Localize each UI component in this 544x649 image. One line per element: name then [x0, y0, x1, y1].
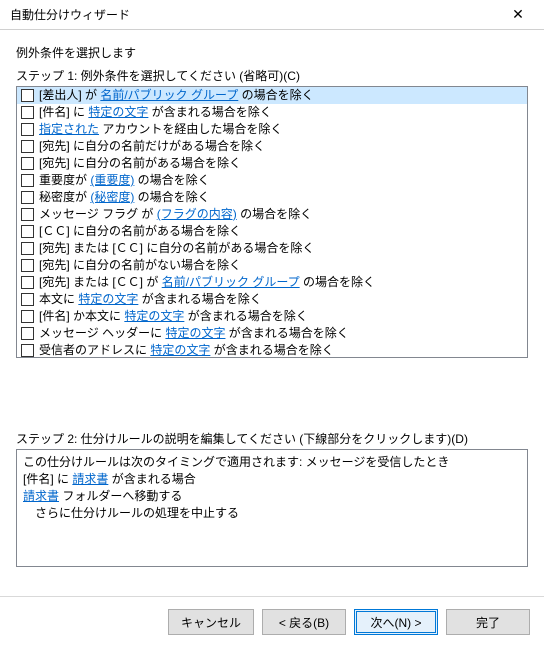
condition-item[interactable]: [宛先] に自分の名前がない場合を除く — [17, 257, 527, 274]
condition-text: [宛先] に自分の名前がない場合を除く — [39, 257, 241, 274]
condition-text: 秘密度が (秘密度) の場合を除く — [39, 189, 210, 206]
rule-description-box[interactable]: この仕分けルールは次のタイミングで適用されます: メッセージを受信したとき [件… — [16, 449, 528, 567]
desc-line-2: [件名] に 請求書 が含まれる場合 — [23, 471, 521, 488]
condition-item[interactable]: 指定された アカウントを経由した場合を除く — [17, 121, 527, 138]
desc-line-4: さらに仕分けルールの処理を中止する — [23, 505, 521, 522]
condition-item[interactable]: [宛先] に自分の名前だけがある場合を除く — [17, 138, 527, 155]
condition-item[interactable]: 本文に 特定の文字 が含まれる場合を除く — [17, 291, 527, 308]
checkbox[interactable] — [21, 242, 34, 255]
condition-text: [件名] か本文に 特定の文字 が含まれる場合を除く — [39, 308, 308, 325]
step2-label: ステップ 2: 仕分けルールの説明を編集してください (下線部分をクリックします… — [16, 430, 528, 447]
checkbox[interactable] — [21, 140, 34, 153]
condition-item[interactable]: [宛先] に自分の名前がある場合を除く — [17, 155, 527, 172]
condition-text: [宛先] に自分の名前だけがある場合を除く — [39, 138, 265, 155]
desc-line-3: 請求書 フォルダーへ移動する — [23, 488, 521, 505]
condition-item[interactable]: 秘密度が (秘密度) の場合を除く — [17, 189, 527, 206]
subject-keyword-link[interactable]: 請求書 — [72, 472, 108, 486]
conditions-listbox[interactable]: [差出人] が 名前/パブリック グループ の場合を除く[件名] に 特定の文字… — [16, 86, 528, 358]
condition-link[interactable]: 特定の文字 — [165, 326, 225, 340]
checkbox[interactable] — [21, 106, 34, 119]
cancel-button[interactable]: キャンセル — [168, 609, 254, 635]
condition-link[interactable]: 特定の文字 — [124, 309, 184, 323]
condition-link[interactable]: 特定の文字 — [78, 292, 138, 306]
finish-button[interactable]: 完了 — [446, 609, 530, 635]
checkbox[interactable] — [21, 123, 34, 136]
condition-text: メッセージ ヘッダーに 特定の文字 が含まれる場合を除く — [39, 325, 349, 342]
checkbox[interactable] — [21, 293, 34, 306]
checkbox[interactable] — [21, 191, 34, 204]
condition-link[interactable]: 名前/パブリック グループ — [162, 275, 300, 289]
condition-item[interactable]: [差出人] が 名前/パブリック グループ の場合を除く — [17, 87, 527, 104]
checkbox[interactable] — [21, 89, 34, 102]
window-title: 自動仕分けウィザード — [10, 6, 130, 23]
checkbox[interactable] — [21, 327, 34, 340]
condition-item[interactable]: [件名] に 特定の文字 が含まれる場合を除く — [17, 104, 527, 121]
condition-item[interactable]: 受信者のアドレスに 特定の文字 が含まれる場合を除く — [17, 342, 527, 358]
condition-item[interactable]: [宛先] または [ＣＣ] に自分の名前がある場合を除く — [17, 240, 527, 257]
condition-text: [ＣＣ] に自分の名前がある場合を除く — [39, 223, 241, 240]
condition-text: 本文に 特定の文字 が含まれる場合を除く — [39, 291, 262, 308]
folder-link[interactable]: 請求書 — [23, 489, 59, 503]
condition-text: 重要度が (重要度) の場合を除く — [39, 172, 210, 189]
condition-link[interactable]: 特定の文字 — [88, 105, 148, 119]
checkbox[interactable] — [21, 259, 34, 272]
condition-link[interactable]: (重要度) — [90, 173, 134, 187]
close-button[interactable]: ✕ — [498, 1, 538, 29]
condition-link[interactable]: (フラグの内容) — [157, 207, 237, 221]
condition-text: 指定された アカウントを経由した場合を除く — [39, 121, 282, 138]
back-button[interactable]: < 戻る(B) — [262, 609, 346, 635]
condition-text: [宛先] または [ＣＣ] が 名前/パブリック グループ の場合を除く — [39, 274, 375, 291]
checkbox[interactable] — [21, 276, 34, 289]
condition-link[interactable]: 特定の文字 — [150, 343, 210, 357]
condition-text: 受信者のアドレスに 特定の文字 が含まれる場合を除く — [39, 342, 334, 358]
condition-text: [件名] に 特定の文字 が含まれる場合を除く — [39, 104, 272, 121]
checkbox[interactable] — [21, 310, 34, 323]
condition-text: [差出人] が 名前/パブリック グループ の場合を除く — [39, 87, 314, 104]
condition-link[interactable]: (秘密度) — [90, 190, 134, 204]
condition-text: [宛先] に自分の名前がある場合を除く — [39, 155, 241, 172]
condition-item[interactable]: 重要度が (重要度) の場合を除く — [17, 172, 527, 189]
condition-item[interactable]: メッセージ フラグ が (フラグの内容) の場合を除く — [17, 206, 527, 223]
condition-item[interactable]: [宛先] または [ＣＣ] が 名前/パブリック グループ の場合を除く — [17, 274, 527, 291]
condition-link[interactable]: 名前/パブリック グループ — [100, 88, 238, 102]
checkbox[interactable] — [21, 208, 34, 221]
checkbox[interactable] — [21, 174, 34, 187]
checkbox[interactable] — [21, 225, 34, 238]
close-icon: ✕ — [512, 6, 524, 23]
title-bar: 自動仕分けウィザード ✕ — [0, 0, 544, 30]
condition-item[interactable]: [件名] か本文に 特定の文字 が含まれる場合を除く — [17, 308, 527, 325]
checkbox[interactable] — [21, 157, 34, 170]
condition-text: [宛先] または [ＣＣ] に自分の名前がある場合を除く — [39, 240, 314, 257]
button-bar: キャンセル < 戻る(B) 次へ(N) > 完了 — [0, 596, 544, 649]
condition-item[interactable]: メッセージ ヘッダーに 特定の文字 が含まれる場合を除く — [17, 325, 527, 342]
step1-label: ステップ 1: 例外条件を選択してください (省略可)(C) — [16, 67, 528, 84]
condition-text: メッセージ フラグ が (フラグの内容) の場合を除く — [39, 206, 312, 223]
desc-line-1: この仕分けルールは次のタイミングで適用されます: メッセージを受信したとき — [23, 454, 521, 471]
instruction-text: 例外条件を選択します — [16, 44, 528, 61]
condition-link[interactable]: 指定された — [39, 122, 99, 136]
condition-item[interactable]: [ＣＣ] に自分の名前がある場合を除く — [17, 223, 527, 240]
checkbox[interactable] — [21, 344, 34, 357]
next-button[interactable]: 次へ(N) > — [354, 609, 438, 635]
